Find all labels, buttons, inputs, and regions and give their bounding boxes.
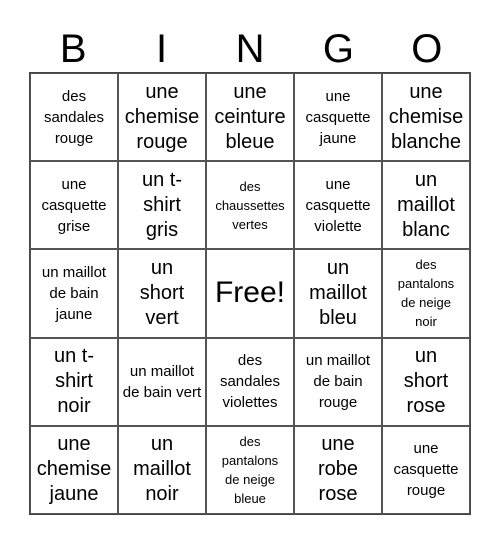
bingo-cell[interactable]: un maillot noir [118,425,206,514]
cell-text: un maillot noir [133,433,191,506]
cell-text: des sandales rouge [43,87,105,147]
header-letter-b: B [59,27,87,71]
bingo-cell[interactable]: une robe rose [294,425,382,514]
cell-text: un maillot de bain vert [122,362,202,401]
bingo-cell[interactable]: des chaussettes vertes [206,161,294,250]
bingo-cell[interactable]: une casquette jaune [294,73,382,162]
cell-text: un maillot blanc [397,168,455,241]
cell-text: un maillot de bain rouge [305,352,371,412]
bingo-cell[interactable]: un maillot de bain jaune [30,249,118,338]
cell-text: une ceinture bleue [214,80,286,153]
cell-text: un t-shirt noir [53,345,95,418]
cell-text: des sandales violettes [219,352,281,412]
bingo-cell[interactable]: des pantalons de neige bleue [206,425,294,514]
cell-text: des chaussettes vertes [215,178,285,232]
bingo-cell[interactable]: un t-shirt noir [30,337,118,426]
bingo-cell[interactable]: un t-shirt gris [118,161,206,250]
free-space[interactable]: Free! [206,249,294,338]
bingo-cell[interactable]: une ceinture bleue [206,73,294,162]
bingo-cell[interactable]: un maillot blanc [382,161,470,250]
bingo-grid: des sandales rouge une chemise rouge une… [29,72,471,515]
cell-text: une casquette grise [41,175,107,235]
cell-text: un short rose [403,345,449,418]
bingo-cell[interactable]: un maillot de bain rouge [294,337,382,426]
cell-text: un short vert [139,256,185,329]
cell-text: une casquette rouge [393,440,459,500]
bingo-cell[interactable]: une chemise rouge [118,73,206,162]
header-letter-o: O [411,27,443,71]
cell-text: un maillot de bain jaune [41,263,107,323]
cell-text: des pantalons de neige noir [397,257,455,330]
bingo-cell[interactable]: une casquette grise [30,161,118,250]
cell-text: une robe rose [317,433,359,506]
bingo-cell[interactable]: un short vert [118,249,206,338]
cell-text: une casquette jaune [305,87,371,147]
bingo-cell[interactable]: une chemise blanche [382,73,470,162]
header-letter-n: N [235,27,265,71]
cell-text: une chemise rouge [124,80,200,153]
cell-text: une chemise jaune [36,433,112,506]
bingo-cell[interactable]: une chemise jaune [30,425,118,514]
cell-text: des pantalons de neige bleue [221,433,279,506]
cell-text: un maillot bleu [309,256,367,329]
bingo-cell[interactable]: un maillot de bain vert [118,337,206,426]
cell-text: une chemise blanche [388,80,464,153]
bingo-cell[interactable]: des pantalons de neige noir [382,249,470,338]
bingo-cell[interactable]: un maillot bleu [294,249,382,338]
bingo-cell[interactable]: une casquette violette [294,161,382,250]
bingo-cell[interactable]: des sandales rouge [30,73,118,162]
free-space-label: Free! [214,276,286,310]
bingo-cell[interactable]: un short rose [382,337,470,426]
cell-text: une casquette violette [305,175,371,235]
cell-text: un t-shirt gris [141,168,183,241]
bingo-cell[interactable]: des sandales violettes [206,337,294,426]
bingo-cell[interactable]: une casquette rouge [382,425,470,514]
header-letter-i: I [156,27,168,71]
bingo-header: B I N G O [29,26,471,72]
header-letter-g: G [322,27,354,71]
